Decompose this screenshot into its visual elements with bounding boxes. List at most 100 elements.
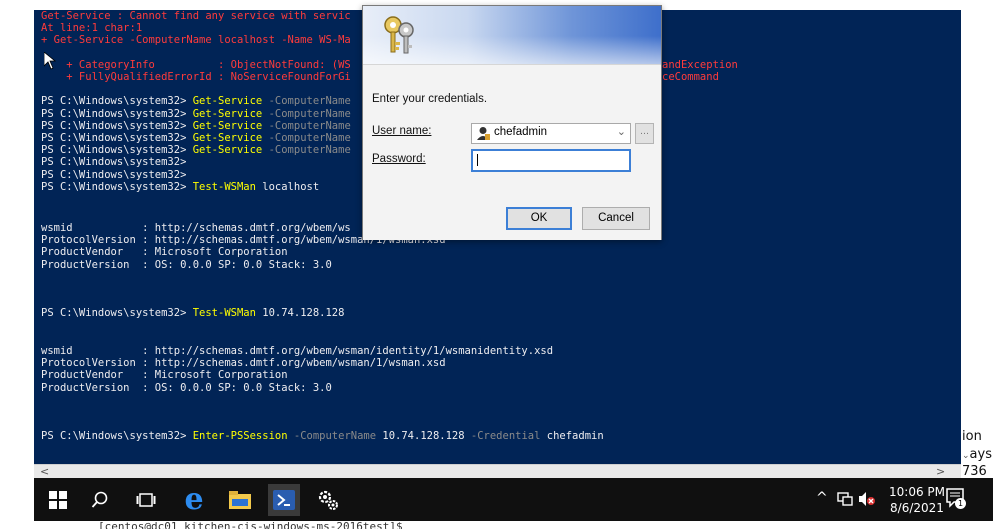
cancel-button[interactable]: Cancel xyxy=(582,207,650,230)
prompt-line: PS C:\Windows\system32> Test-WSMan local… xyxy=(41,181,319,193)
windows-start-icon[interactable] xyxy=(42,484,74,516)
clipped-text-value: 736 xyxy=(962,464,987,479)
error-text: + FullyQualifiedErrorId : NoServiceFound… xyxy=(41,71,351,83)
parameter-text: -ComputerName xyxy=(287,430,377,442)
clipped-text: ion xyxy=(962,429,982,444)
command-text: Get-Service xyxy=(192,119,263,132)
clipped-text: ⌄ays xyxy=(962,447,992,462)
network-icon[interactable] xyxy=(837,491,853,511)
parameter-text: localhost xyxy=(255,180,320,193)
command-text: Enter-PSSession xyxy=(192,430,288,442)
parameter-text: -ComputerName xyxy=(262,107,351,120)
ok-button[interactable]: OK xyxy=(506,207,572,230)
prompt-text: PS C:\Windows\system32> xyxy=(41,168,187,181)
prompt-text: PS C:\Windows\system32> xyxy=(41,430,193,442)
username-value: chefadmin xyxy=(494,126,548,138)
password-field[interactable] xyxy=(471,149,631,172)
output-text: ProductVendor : Microsoft Corporation xyxy=(41,246,288,259)
command-text: Get-Service xyxy=(192,107,263,120)
prompt-line: PS C:\Windows\system32> Get-Service -Com… xyxy=(41,108,351,120)
error-line: + FullyQualifiedErrorId : NoServiceFound… xyxy=(41,71,351,83)
text-caret xyxy=(477,154,478,166)
output-text: wsmid : http://schemas.dmtf.org/wbem/ws xyxy=(41,222,351,234)
error-line: Get-Service : Cannot find any service wi… xyxy=(41,10,351,22)
error-line: + Get-Service -ComputerName localhost -N… xyxy=(41,34,351,46)
credential-dialog: Enter your credentials. User name: chefa… xyxy=(362,5,662,240)
output-line: ProductVendor : Microsoft Corporation xyxy=(41,246,288,258)
keys-icon xyxy=(384,16,414,54)
prompt-line: PS C:\Windows\system32> Get-Service -Com… xyxy=(41,144,351,156)
output-line: ProductVersion : OS: 0.0.0 SP: 0.0 Stack… xyxy=(41,259,332,271)
browse-credentials-button[interactable]: … xyxy=(635,123,654,144)
output-line: wsmid : http://schemas.dmtf.org/wbem/wsm… xyxy=(41,345,553,357)
error-text: Get-Service : Cannot find any service wi… xyxy=(41,10,351,22)
prompt-text: PS C:\Windows\system32> xyxy=(41,95,193,108)
chevron-down-icon: ⌄ xyxy=(962,451,970,461)
scroll-right-icon[interactable]: > xyxy=(936,465,945,479)
prompt-text: PS C:\Windows\system32> xyxy=(41,132,193,144)
output-line: ProductVersion : OS: 0.0.0 SP: 0.0 Stack… xyxy=(41,382,332,394)
prompt-text: PS C:\Windows\system32> xyxy=(41,180,193,193)
system-clock[interactable]: 10:06 PM 8/6/2021 xyxy=(889,484,945,516)
command-text: Test-WSMan xyxy=(192,180,256,193)
output-text: ProductVendor : Microsoft Corporation xyxy=(41,369,288,382)
username-combobox[interactable]: chefadmin ⌄ xyxy=(471,123,631,144)
prompt-line: PS C:\Windows\system32> xyxy=(41,169,186,181)
volume-muted-icon[interactable] xyxy=(858,491,876,511)
prompt-line: PS C:\Windows\system32> Get-Service -Com… xyxy=(41,120,351,132)
command-text: Get-Service xyxy=(192,144,263,157)
clipped-text-value: ays xyxy=(969,447,992,462)
prompt-line: PS C:\Windows\system32> Enter-PSSession … xyxy=(41,430,604,442)
output-line: wsmid : http://schemas.dmtf.org/wbem/ws xyxy=(41,222,351,234)
prompt-line: PS C:\Windows\system32> xyxy=(41,156,186,168)
background-window-edge xyxy=(961,10,993,480)
parameter-text: -ComputerName xyxy=(262,144,351,157)
scroll-left-icon[interactable]: < xyxy=(40,465,49,479)
mouse-cursor-icon xyxy=(44,52,56,70)
error-line-fragment: andException xyxy=(662,59,738,71)
parameter-text: -ComputerName xyxy=(262,132,351,144)
parameter-text: -ComputerName xyxy=(262,119,351,132)
powershell-taskbar-icon[interactable] xyxy=(268,484,300,516)
horizontal-scrollbar[interactable]: < > xyxy=(34,464,961,479)
task-view-icon[interactable] xyxy=(130,484,162,516)
dialog-prompt: Enter your credentials. xyxy=(372,93,488,105)
prompt-text: PS C:\Windows\system32> xyxy=(41,307,193,319)
prompt-text: PS C:\Windows\system32> xyxy=(41,156,187,169)
command-text: Test-WSMan xyxy=(192,307,256,319)
dialog-body: Enter your credentials. User name: chefa… xyxy=(363,64,661,240)
error-text: + CategoryInfo : ObjectNotFound: (WS xyxy=(41,58,351,71)
clock-date: 8/6/2021 xyxy=(890,501,944,515)
error-line-fragment: ceCommand xyxy=(662,71,719,83)
output-text: ProductVersion : OS: 0.0.0 SP: 0.0 Stack… xyxy=(41,258,332,271)
clock-time: 10:06 PM xyxy=(889,485,945,499)
prompt-text: PS C:\Windows\system32> xyxy=(41,107,193,120)
background-terminal-text: [centos@dc01 kitchen-cis-windows-ms-2016… xyxy=(0,521,993,529)
error-text: andException xyxy=(662,58,738,71)
output-line: ProtocolVersion : http://schemas.dmtf.or… xyxy=(41,357,446,369)
error-line: + CategoryInfo : ObjectNotFound: (WS xyxy=(41,58,351,71)
command-text: Get-Service xyxy=(192,95,263,108)
output-text: ProtocolVersion : http://schemas.dmtf.or… xyxy=(41,357,446,370)
parameter-text: -ComputerName xyxy=(262,95,351,108)
error-text: ceCommand xyxy=(662,71,719,83)
background-terminal-line: [centos@dc01 kitchen-cis-windows-ms-2016… xyxy=(98,521,403,529)
output-line: ProductVendor : Microsoft Corporation xyxy=(41,369,288,381)
prompt-text: PS C:\Windows\system32> xyxy=(41,144,193,157)
error-text: + Get-Service -ComputerName localhost -N… xyxy=(41,34,351,47)
password-label-text: Password: xyxy=(372,153,426,165)
notification-count-badge: 1 xyxy=(955,498,966,509)
file-explorer-icon[interactable] xyxy=(224,484,256,516)
chevron-up-icon[interactable]: ^ xyxy=(816,490,828,506)
search-icon[interactable] xyxy=(84,484,116,516)
prompt-line: PS C:\Windows\system32> Get-Service -Com… xyxy=(41,95,351,107)
argument-text: chefadmin xyxy=(540,430,604,442)
output-text: ProductVersion : OS: 0.0.0 SP: 0.0 Stack… xyxy=(41,381,332,394)
internet-explorer-icon[interactable]: e xyxy=(178,484,210,516)
parameter-text: -Credential xyxy=(464,430,541,442)
prompt-text: PS C:\Windows\system32> xyxy=(41,119,193,132)
server-manager-icon[interactable] xyxy=(312,484,344,516)
chevron-down-icon[interactable]: ⌄ xyxy=(617,125,626,138)
notification-center-icon[interactable]: 1 xyxy=(946,488,966,514)
username-label: User name: xyxy=(372,125,431,137)
